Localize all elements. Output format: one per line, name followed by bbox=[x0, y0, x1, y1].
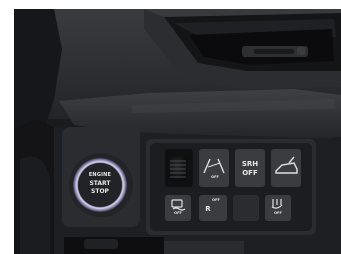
blank-switch bbox=[233, 195, 259, 221]
offroad-off-label: OFF bbox=[212, 198, 220, 202]
srh-label: SRH bbox=[241, 160, 259, 168]
car-dashboard-photo: ENGINE START STOP SRH OFF OFF OFF OFF OF… bbox=[14, 9, 341, 254]
lane-off-label: OFF bbox=[211, 175, 219, 179]
srh-off-label: OFF bbox=[242, 169, 258, 177]
vdc-off-label: OFF bbox=[174, 211, 182, 215]
parking-off-label: OFF bbox=[274, 211, 282, 215]
srh-off-button[interactable] bbox=[235, 149, 265, 187]
lower-switch[interactable] bbox=[84, 239, 118, 249]
start-button-line2[interactable]: START bbox=[75, 181, 125, 187]
dashboard-scene bbox=[14, 9, 341, 254]
offroad-icon: R bbox=[205, 205, 211, 213]
start-button-line3[interactable]: STOP bbox=[75, 189, 125, 195]
lane-departure-button[interactable] bbox=[199, 149, 229, 187]
start-button-line1[interactable]: ENGINE bbox=[75, 173, 125, 178]
